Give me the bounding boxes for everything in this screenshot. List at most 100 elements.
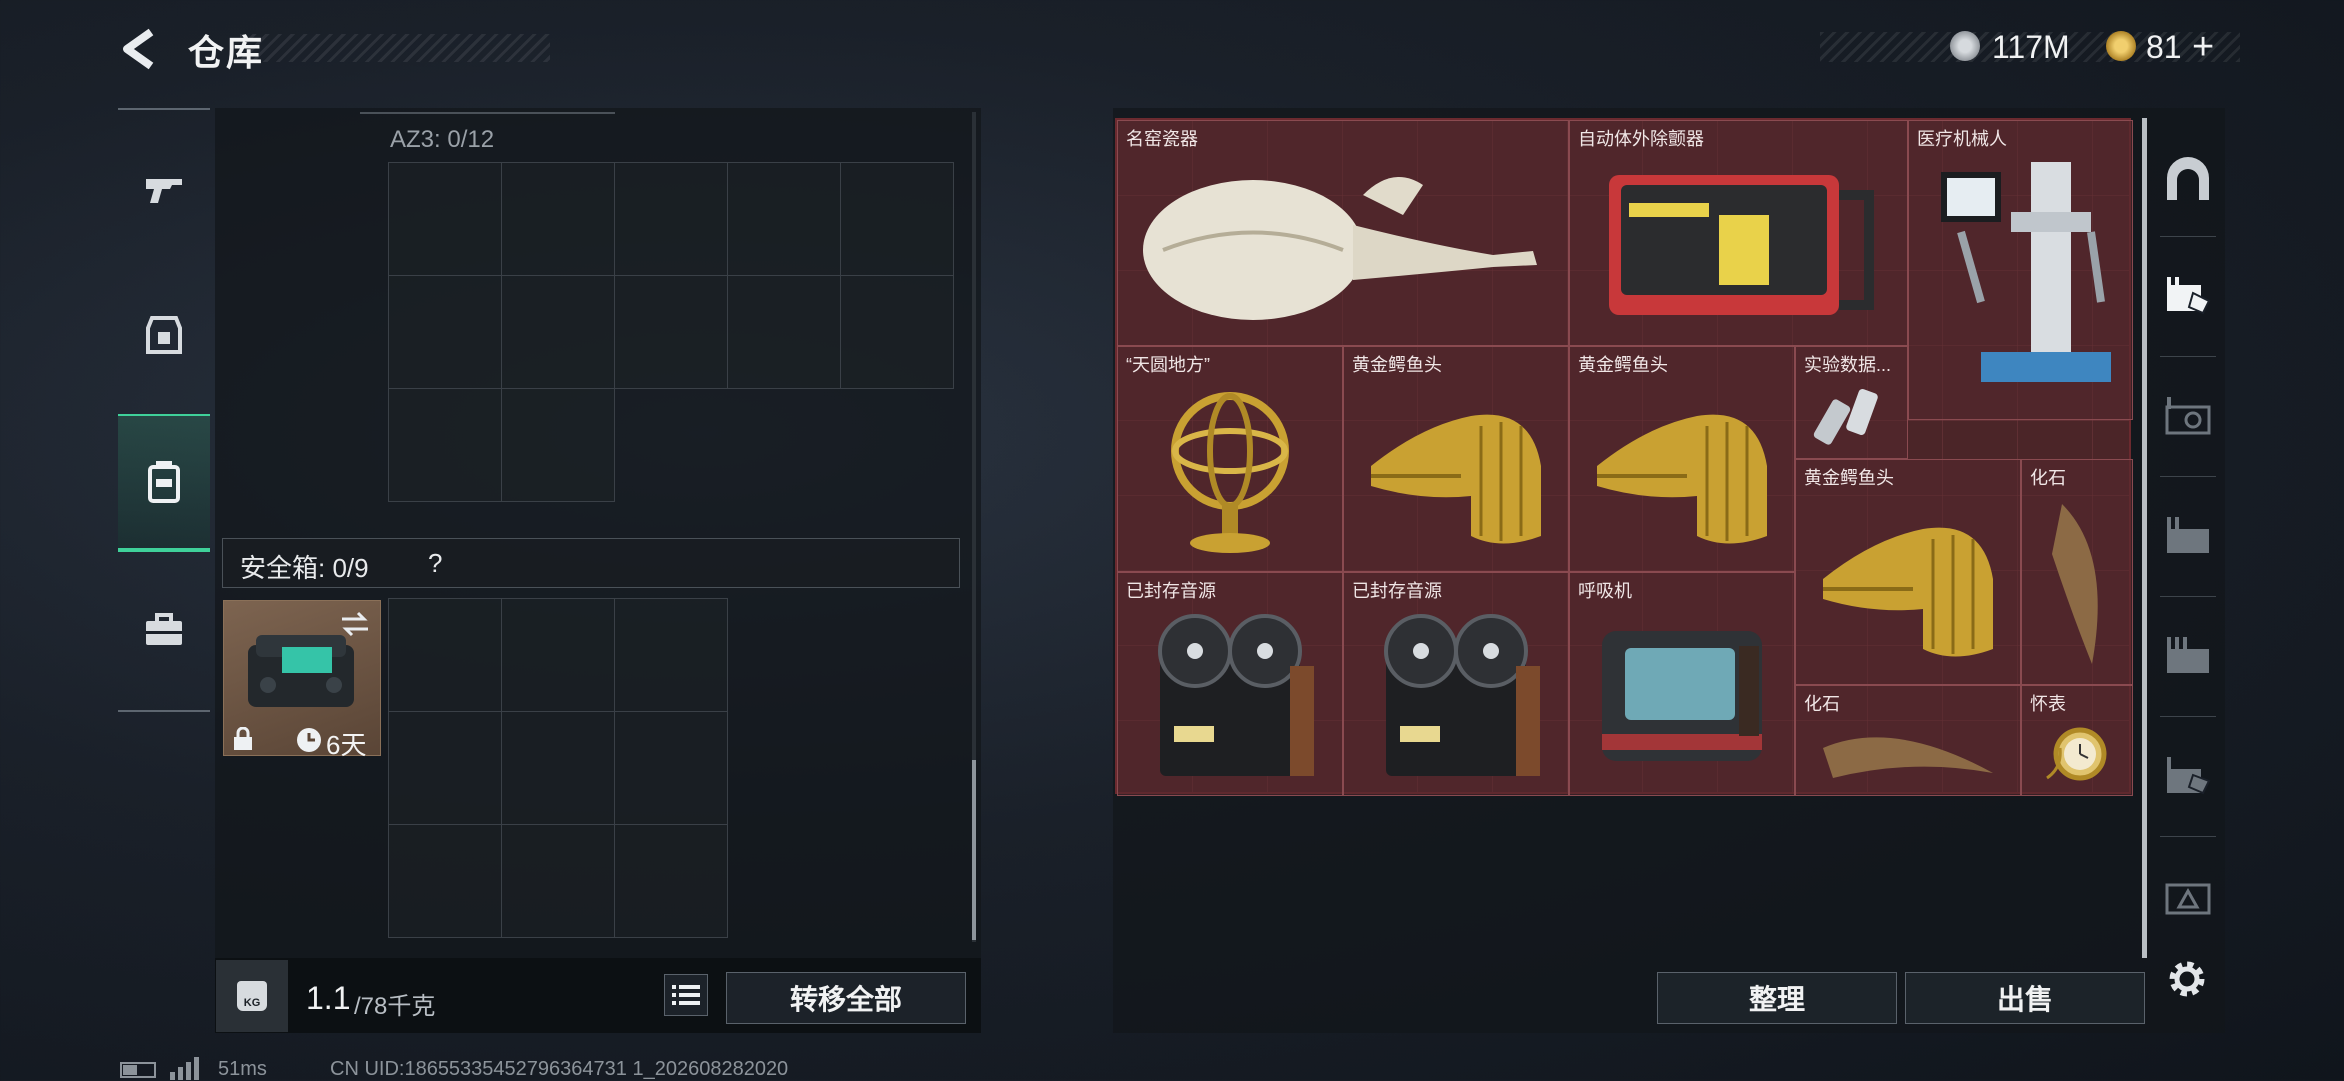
safe-box-case-icon [248,635,354,707]
category-storage-v[interactable] [2152,370,2224,460]
transfer-all-button[interactable]: 转移全部 [726,972,966,1024]
lock-icon [234,727,252,750]
crate-v-icon [2165,397,2211,435]
category-storage-5[interactable] [2152,850,2224,940]
sort-button[interactable]: 整理 [1657,972,1897,1024]
crate-tag-icon [2167,757,2211,795]
gold-coin-icon [2106,31,2136,61]
grid-slot[interactable] [501,388,615,502]
grid-slot[interactable] [614,711,728,825]
safe-box-help-button[interactable]: ? [428,548,442,579]
container-grid[interactable] [388,162,954,502]
back-button[interactable] [115,26,165,72]
item-sealed-audio-source[interactable]: 已封存音源 [1117,572,1343,796]
grid-slot[interactable] [388,598,502,712]
weight-capacity: /78千克 [354,993,436,1020]
grid-slot[interactable] [501,598,615,712]
grid-slot[interactable] [501,275,615,389]
nav-case[interactable] [118,582,210,678]
grid-slot[interactable] [388,162,502,276]
grid-slot[interactable] [501,162,615,276]
add-currency-button[interactable]: + [2192,26,2214,69]
left-scrollbar-thumb[interactable] [972,760,976,940]
silver-coin-icon [1950,31,1980,61]
weight-value: 1.1 [306,980,351,1016]
pocket-watch-icon [2046,727,2107,780]
item-golden-croc-head[interactable]: 黄金鳄鱼头 [1569,346,1795,572]
storage-grid[interactable]: 名窑瓷器 自动体外除颤器 医疗机械人 “天圆地方” 黄金鳄鱼头 黄金鳄鱼头 实验… [1115,118,2133,796]
category-storage-3[interactable] [2152,610,2224,700]
claw-icon [2052,504,2098,664]
item-golden-croc-head[interactable]: 黄金鳄鱼头 [1795,459,2021,685]
grid-slot[interactable] [614,598,728,712]
reel-to-reel-icon [1384,614,1540,776]
crate-icon [2167,517,2209,553]
grid-slot[interactable] [727,275,841,389]
battery-icon [120,1062,156,1078]
vase-icon [1143,177,1537,320]
panel-divider [360,112,615,114]
grid-slot[interactable] [501,824,615,938]
grid-slot[interactable] [840,162,954,276]
category-all[interactable] [2152,134,2224,224]
item-defibrillator[interactable]: 自动体外除颤器 [1569,120,1908,346]
page-title: 仓库 [188,32,265,73]
grid-slot[interactable] [840,275,954,389]
grid-slot[interactable] [614,275,728,389]
title-decoration [240,34,550,62]
list-view-button[interactable] [664,974,708,1016]
gear-icon [2169,961,2205,997]
grid-slot[interactable] [614,824,728,938]
croc-head-icon [1597,414,1767,544]
crate-icon [2167,637,2209,673]
back-arrow-icon [123,28,154,70]
grid-slot[interactable] [501,711,615,825]
nav-backpack[interactable] [118,414,210,552]
item-pocket-watch[interactable]: 怀表 [2021,685,2133,796]
nav-weapons[interactable] [118,142,210,238]
gold-currency-value: 81 [2146,29,2182,65]
uid-text: CN UID:18655335452796364731 1_2026082820… [330,1058,789,1080]
item-medical-robot[interactable]: 医疗机械人 [1908,120,2133,420]
category-collectibles[interactable] [2152,250,2224,340]
item-porcelain-vase[interactable]: 名窑瓷器 [1117,120,1569,346]
swap-icon [342,611,368,637]
storage-arch-icon [2167,157,2209,200]
claw-icon [1823,736,1993,778]
category-storage-4[interactable] [2152,730,2224,820]
side-divider [2160,236,2216,237]
item-fossil-claw[interactable]: 化石 [2021,459,2133,685]
grid-slot[interactable] [388,824,502,938]
clock-icon [297,728,321,752]
grid-slot[interactable] [388,275,502,389]
item-golden-croc-head[interactable]: 黄金鳄鱼头 [1343,346,1569,572]
sell-button[interactable]: 出售 [1905,972,2145,1024]
item-fossil-claw[interactable]: 化石 [1795,685,2021,796]
item-sealed-audio-source[interactable]: 已封存音源 [1343,572,1569,796]
reel-to-reel-icon [1158,614,1314,776]
grid-slot[interactable] [388,388,502,502]
item-experiment-data[interactable]: 实验数据... [1795,346,1908,459]
safe-box-item[interactable]: 6天 [223,600,381,760]
container-capacity-label: AZ3: 0/12 [390,126,495,153]
item-ventilator[interactable]: 呼吸机 [1569,572,1795,796]
side-divider [2160,356,2216,357]
grid-slot[interactable] [614,162,728,276]
nav-equipment[interactable] [118,288,210,384]
side-divider [2160,836,2216,837]
category-storage-2[interactable] [2152,490,2224,580]
safe-box-grid[interactable] [388,598,728,938]
grid-slot[interactable] [388,711,502,825]
right-scrollbar-thumb[interactable] [2142,118,2147,958]
nav-divider [118,710,210,712]
crate-warning-icon [2165,883,2211,915]
ping-value: 51ms [218,1058,267,1080]
defibrillator-icon [1608,175,1874,315]
grid-slot[interactable] [727,162,841,276]
ventilator-icon [1602,631,1762,761]
settings-button[interactable] [2162,954,2212,1004]
item-armillary-sphere[interactable]: “天圆地方” [1117,346,1343,572]
safe-item-timer: 6天 [326,730,367,760]
robot-icon [1940,162,2111,382]
side-divider [2160,476,2216,477]
